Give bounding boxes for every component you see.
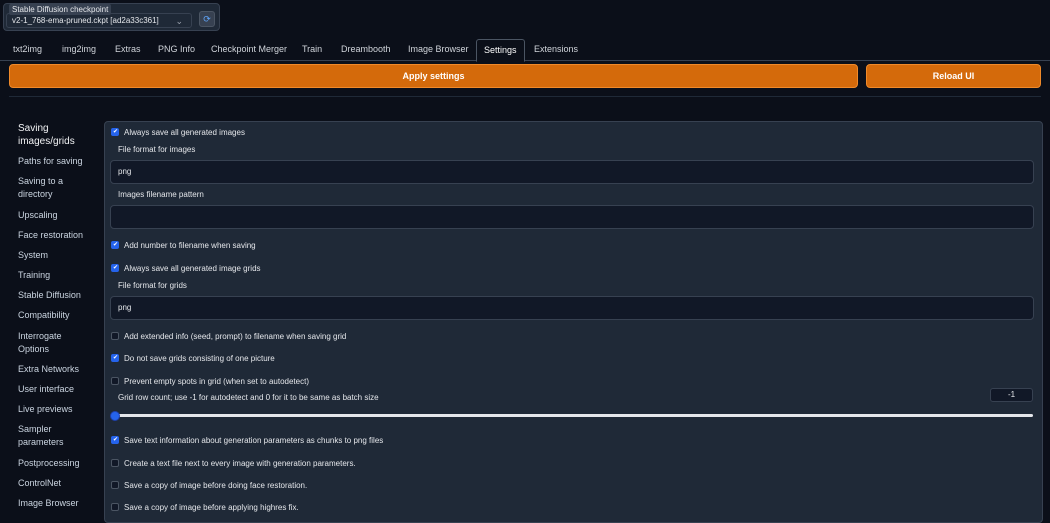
slider-handle[interactable] — [110, 411, 120, 421]
sidebar-item-face-restoration[interactable]: Face restoration — [18, 229, 83, 242]
divider — [9, 96, 1041, 97]
label-add-number: Add number to filename when saving — [124, 241, 256, 250]
tab-checkpoint-merger[interactable]: Checkpoint Merger — [211, 39, 287, 59]
label-save-before-face: Save a copy of image before doing face r… — [124, 481, 308, 490]
tab-txt2img[interactable]: txt2img — [13, 39, 42, 59]
tab-bar: txt2img img2img Extras PNG Info Checkpoi… — [0, 39, 1050, 62]
checkbox-save-before-face[interactable] — [111, 481, 119, 489]
checkbox-always-save-images[interactable] — [111, 128, 119, 136]
tab-extensions[interactable]: Extensions — [534, 39, 578, 59]
sidebar-item-controlnet[interactable]: ControlNet — [18, 477, 61, 490]
checkpoint-select[interactable]: v2-1_768-ema-pruned.ckpt [ad2a33c361] ⌄ — [6, 13, 192, 28]
label-add-extended-info: Add extended info (seed, prompt) to file… — [124, 332, 347, 341]
tab-png-info[interactable]: PNG Info — [158, 39, 195, 59]
label-no-single-grid: Do not save grids consisting of one pict… — [124, 354, 275, 363]
checkbox-save-text-chunks[interactable] — [111, 436, 119, 444]
tab-img2img[interactable]: img2img — [62, 39, 96, 59]
sidebar-item-system[interactable]: System — [18, 249, 48, 262]
tab-extras[interactable]: Extras — [115, 39, 141, 59]
label-always-save-grids: Always save all generated image grids — [124, 264, 261, 273]
sidebar-item-extra-networks[interactable]: Extra Networks — [18, 363, 79, 376]
label-file-format-images: File format for images — [118, 145, 196, 154]
checkpoint-value: v2-1_768-ema-pruned.ckpt [ad2a33c361] — [12, 16, 159, 25]
sidebar-item-sampler-parameters[interactable]: Sampler parameters — [18, 423, 73, 449]
grid-row-count-input[interactable]: -1 — [990, 388, 1033, 402]
sidebar-item-postprocessing[interactable]: Postprocessing — [18, 457, 80, 470]
sidebar-item-upscaling[interactable]: Upscaling — [18, 209, 58, 222]
label-file-format-grids: File format for grids — [118, 281, 187, 290]
chevron-down-icon: ⌄ — [175, 16, 183, 26]
sidebar-item-live-previews[interactable]: Live previews — [18, 403, 73, 416]
file-format-images-input[interactable]: png — [110, 160, 1034, 184]
refresh-button[interactable]: ⟳ — [199, 11, 215, 27]
sidebar-item-compatibility[interactable]: Compatibility — [18, 309, 70, 322]
checkbox-prevent-empty[interactable] — [111, 377, 119, 385]
reload-ui-button[interactable]: Reload UI — [866, 64, 1041, 88]
sidebar-item-stable-diffusion[interactable]: Stable Diffusion — [18, 289, 81, 302]
checkbox-create-text-file[interactable] — [111, 459, 119, 467]
refresh-icon: ⟳ — [203, 14, 211, 24]
sidebar-item-training[interactable]: Training — [18, 269, 50, 282]
sidebar-item-paths-for-saving[interactable]: Paths for saving — [18, 155, 83, 168]
label-always-save-images: Always save all generated images — [124, 128, 245, 137]
filename-pattern-input[interactable] — [110, 205, 1034, 229]
sidebar-item-saving-to-directory[interactable]: Saving to a directory — [18, 175, 78, 201]
sidebar-item-saving-images[interactable]: Saving images/grids — [18, 122, 88, 148]
tab-dreambooth[interactable]: Dreambooth — [341, 39, 391, 59]
sidebar-item-image-browser[interactable]: Image Browser — [18, 497, 79, 510]
label-grid-row-count: Grid row count; use -1 for autodetect an… — [118, 393, 379, 402]
checkbox-always-save-grids[interactable] — [111, 264, 119, 272]
checkbox-add-number[interactable] — [111, 241, 119, 249]
label-create-text-file: Create a text file next to every image w… — [124, 459, 356, 468]
tab-train[interactable]: Train — [302, 39, 322, 59]
apply-settings-button[interactable]: Apply settings — [9, 64, 858, 88]
checkbox-save-before-highres[interactable] — [111, 503, 119, 511]
checkpoint-label: Stable Diffusion checkpoint — [9, 4, 112, 15]
sidebar-item-interrogate-options[interactable]: Interrogate Options — [18, 330, 73, 356]
sidebar-item-user-interface[interactable]: User interface — [18, 383, 74, 396]
checkbox-no-single-grid[interactable] — [111, 354, 119, 362]
file-format-grids-input[interactable]: png — [110, 296, 1034, 320]
checkbox-add-extended-info[interactable] — [111, 332, 119, 340]
label-save-text-chunks: Save text information about generation p… — [124, 436, 384, 445]
label-filename-pattern: Images filename pattern — [118, 190, 204, 199]
tab-image-browser[interactable]: Image Browser — [408, 39, 469, 59]
label-prevent-empty: Prevent empty spots in grid (when set to… — [124, 377, 309, 386]
grid-row-count-slider[interactable] — [113, 414, 1033, 417]
tab-settings[interactable]: Settings — [476, 39, 525, 62]
